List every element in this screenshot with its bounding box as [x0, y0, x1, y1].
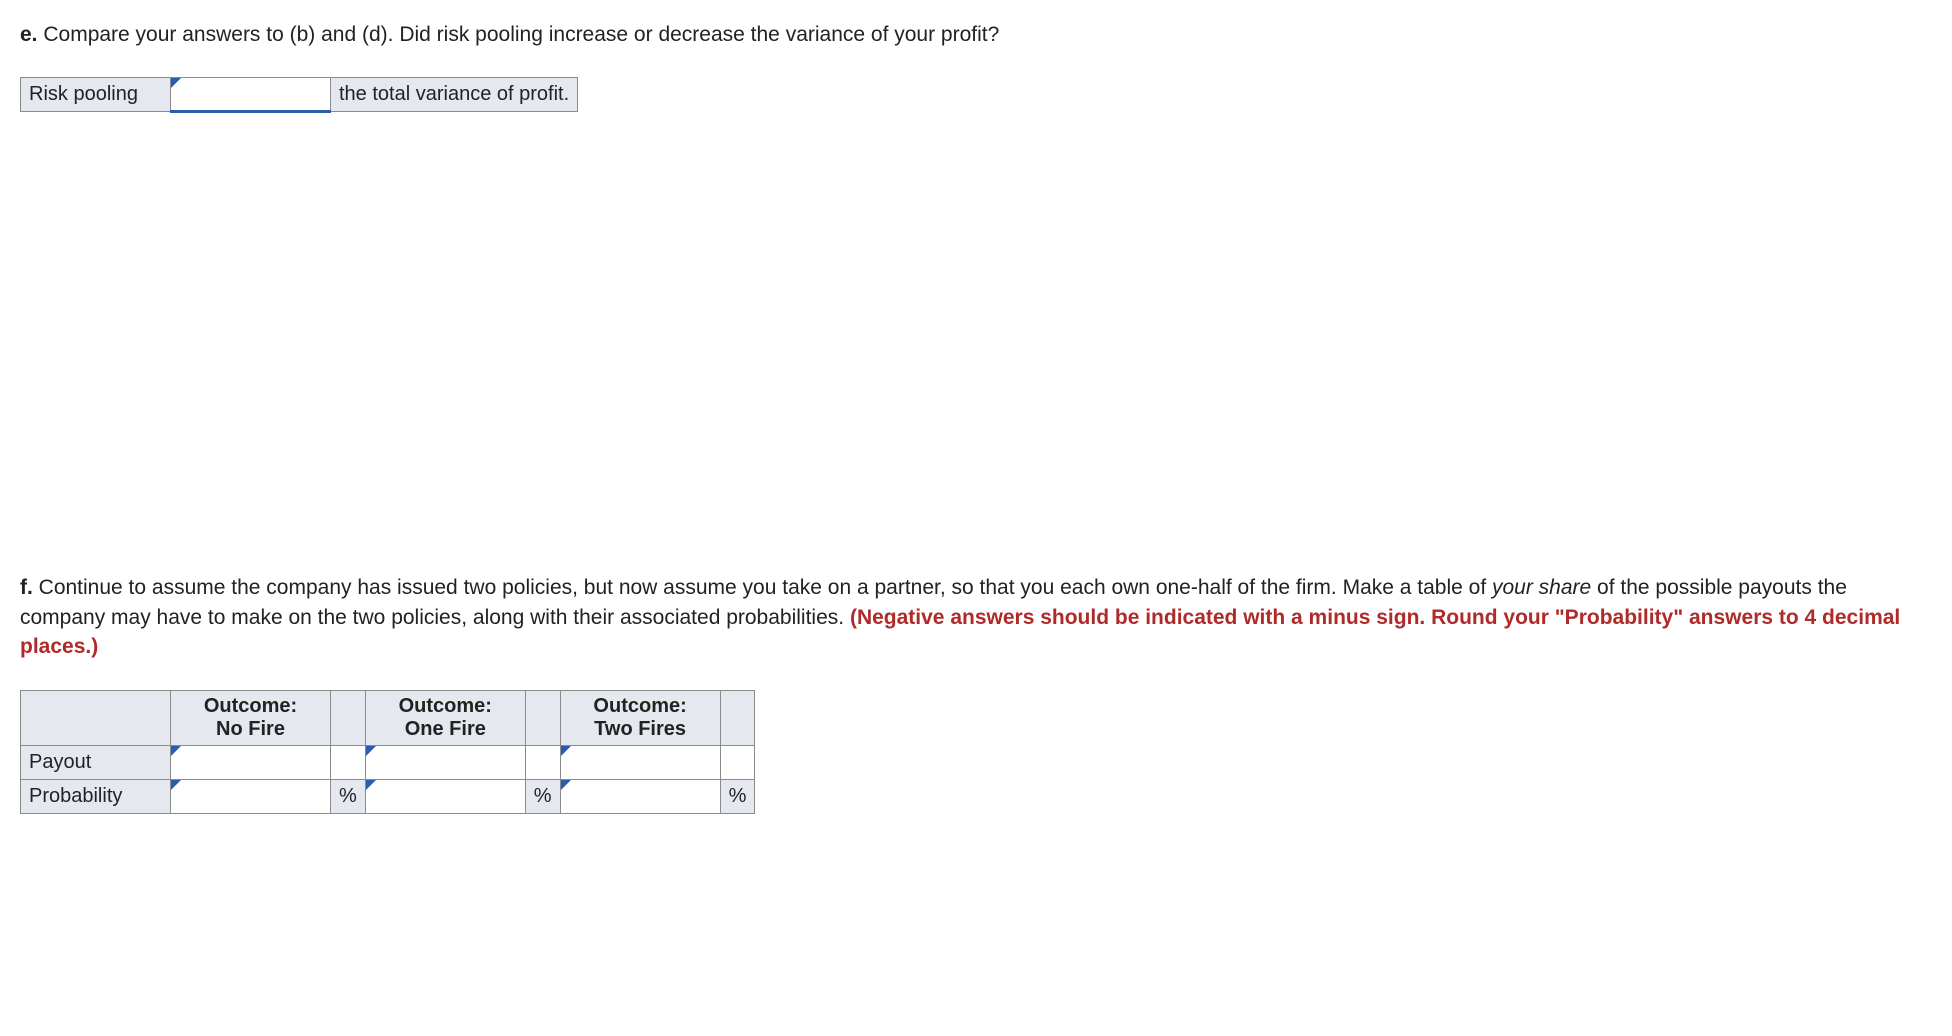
header-pct-spacer-1 [331, 690, 366, 745]
label-e: e. [20, 23, 38, 46]
text-e: Compare your answers to (b) and (d). Did… [38, 23, 1000, 46]
dropdown-marker-icon [561, 746, 571, 756]
payout-spacer-2 [525, 745, 560, 779]
header-two-fires-b: Two Fires [594, 718, 686, 740]
question-e: e. Compare your answers to (b) and (d). … [20, 20, 1932, 49]
header-one-fire-a: Outcome: [399, 695, 492, 717]
dropdown-marker-icon [366, 746, 376, 756]
table-e: Risk pooling the total variance of profi… [20, 77, 578, 113]
header-two-fires-a: Outcome: [593, 695, 686, 717]
header-one-fire: Outcome: One Fire [365, 690, 525, 745]
header-pct-spacer-2 [525, 690, 560, 745]
dropdown-risk-pooling[interactable] [171, 78, 331, 112]
dropdown-marker-icon [171, 78, 181, 88]
cell-risk-pooling: Risk pooling [21, 78, 171, 112]
text-f-a: Continue to assume the company has issue… [33, 576, 1492, 599]
payout-spacer-1 [331, 745, 366, 779]
table-f: Outcome: No Fire Outcome: One Fire Outco… [20, 690, 755, 814]
question-f: f. Continue to assume the company has is… [20, 573, 1932, 661]
input-payout-onefire[interactable] [365, 745, 525, 779]
header-no-fire-a: Outcome: [204, 695, 297, 717]
dropdown-marker-icon [561, 780, 571, 790]
whitespace [20, 153, 1932, 573]
header-two-fires: Outcome: Two Fires [560, 690, 720, 745]
dropdown-marker-icon [366, 780, 376, 790]
input-payout-nofire[interactable] [171, 745, 331, 779]
input-prob-nofire[interactable] [171, 779, 331, 813]
input-prob-onefire[interactable] [365, 779, 525, 813]
pct-2: % [525, 779, 560, 813]
cell-variance-phrase: the total variance of profit. [331, 78, 578, 112]
row-payout-label: Payout [21, 745, 171, 779]
row-probability-label: Probability [21, 779, 171, 813]
text-f-italic: your share [1492, 576, 1591, 599]
label-f: f. [20, 576, 33, 599]
dropdown-marker-icon [171, 780, 181, 790]
input-payout-twofires[interactable] [560, 745, 720, 779]
header-no-fire-b: No Fire [216, 718, 285, 740]
header-blank [21, 690, 171, 745]
header-pct-spacer-3 [720, 690, 755, 745]
pct-1: % [331, 779, 366, 813]
header-one-fire-b: One Fire [405, 718, 486, 740]
payout-spacer-3 [720, 745, 755, 779]
dropdown-marker-icon [171, 746, 181, 756]
pct-3: % [720, 779, 755, 813]
header-no-fire: Outcome: No Fire [171, 690, 331, 745]
input-prob-twofires[interactable] [560, 779, 720, 813]
